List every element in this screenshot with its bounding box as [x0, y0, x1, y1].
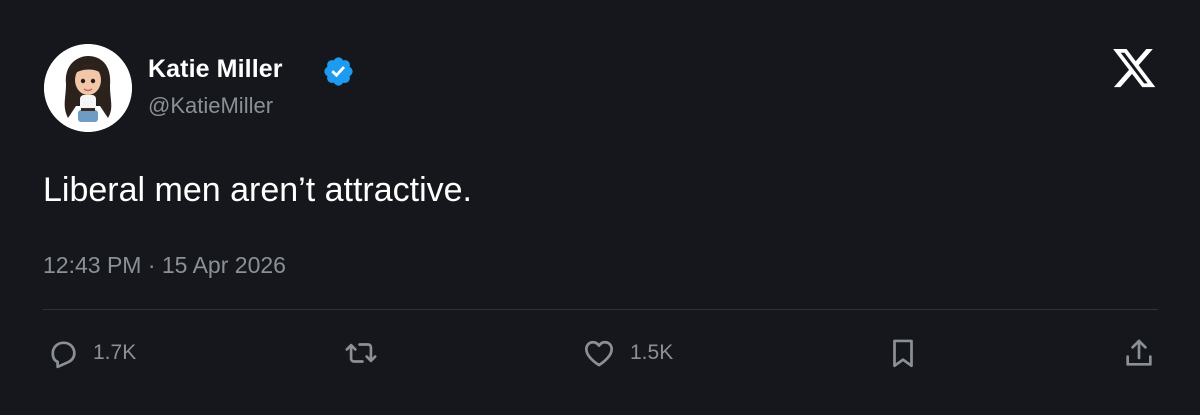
post-timestamp[interactable]: 12:43 PM · 15 Apr 2026: [43, 252, 286, 279]
verified-badge-icon: [324, 57, 353, 86]
reply-count: 1.7K: [93, 341, 137, 364]
reply-button[interactable]: 1.7K: [45, 336, 136, 370]
like-button[interactable]: 1.5K: [582, 336, 673, 370]
reply-bubble-icon: [51, 341, 76, 369]
share-upload-icon: [1126, 339, 1152, 366]
post-card: Katie Miller @KatieMiller Liberal men ar…: [0, 0, 1200, 415]
author-handle[interactable]: @KatieMiller: [148, 93, 273, 119]
avatar-image: [44, 44, 132, 132]
avatar[interactable]: [44, 44, 132, 132]
repost-arrows-icon: [345, 343, 377, 363]
share-button[interactable]: [1122, 336, 1156, 370]
bookmark-icon: [893, 339, 913, 368]
x-logo-icon[interactable]: [1113, 49, 1157, 89]
post-text: Liberal men aren’t attractive.: [43, 171, 472, 209]
divider: [43, 309, 1158, 310]
like-count: 1.5K: [630, 341, 674, 364]
heart-icon: [585, 340, 613, 367]
repost-button[interactable]: [341, 336, 381, 370]
bookmark-button[interactable]: [886, 336, 920, 370]
author-display-name[interactable]: Katie Miller: [148, 55, 283, 84]
